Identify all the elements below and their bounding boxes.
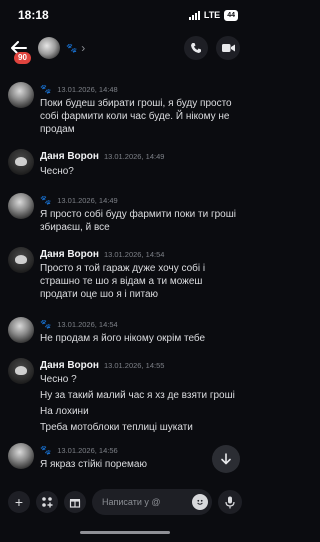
message-text: Просто я той гараж дуже хочу собі і стра… [40, 263, 206, 300]
message-input-placeholder[interactable]: Написати у @ [102, 497, 188, 507]
message-text: Я просто собі буду фармити поки ти гроші… [40, 209, 236, 233]
status-time: 18:18 [18, 8, 49, 22]
avatar[interactable] [8, 193, 34, 219]
chevron-right-icon[interactable]: › [81, 41, 85, 55]
microphone-icon[interactable] [218, 490, 242, 514]
grid-apps-icon[interactable] [36, 491, 58, 513]
status-bar: 18:18 LTE 44 [0, 0, 250, 30]
avatar[interactable] [8, 358, 34, 384]
avatar[interactable] [8, 443, 34, 469]
message-timestamp: 13.01.2026, 14:55 [103, 361, 165, 370]
message-input[interactable]: Написати у @ [92, 489, 212, 515]
avatar[interactable] [8, 317, 34, 343]
add-attachment-button[interactable]: + [8, 491, 30, 513]
phone-icon[interactable] [184, 36, 208, 60]
gift-icon[interactable] [64, 491, 86, 513]
message-text: Чесно ? [40, 374, 77, 385]
arrow-down-icon[interactable] [212, 445, 240, 473]
message-author[interactable]: 🐾 [40, 445, 52, 456]
message-timestamp: 13.01.2026, 14:56 [57, 446, 118, 455]
message-author[interactable]: Даня Ворон [40, 151, 99, 162]
chat-title[interactable]: 🐾 [66, 43, 77, 54]
avatar[interactable] [8, 82, 34, 108]
message-text: Чесно? [40, 166, 74, 177]
message-text: Я якраз стійкі поремаю [40, 459, 147, 470]
avatar[interactable] [8, 247, 34, 273]
message-author[interactable]: 🐾 [40, 84, 52, 95]
message-text: Треба мотоблоки теплиці шукати [40, 422, 193, 433]
message-timestamp: 13.01.2026, 14:54 [57, 320, 118, 329]
message-timestamp: 13.01.2026, 14:49 [103, 152, 165, 161]
message-timestamp: 13.01.2026, 14:54 [103, 250, 165, 259]
message-text: Поки будеш збирати гроші, я буду просто … [40, 98, 232, 135]
message-author[interactable]: 🐾 [40, 195, 52, 206]
status-indicators: LTE 44 [188, 9, 238, 21]
avatar[interactable] [38, 37, 60, 59]
message-timestamp: 13.01.2026, 14:49 [57, 196, 118, 205]
video-camera-icon[interactable] [216, 36, 240, 60]
home-indicator [80, 531, 170, 534]
message-author[interactable]: Даня Ворон [40, 360, 99, 371]
emoji-icon[interactable] [192, 494, 208, 510]
message-author[interactable]: Даня Ворон [40, 249, 99, 260]
message-text: Ну за такий малий час я хз де взяти грош… [40, 390, 235, 401]
chat-header: 90 🐾 › [0, 30, 250, 66]
battery-icon: 44 [224, 9, 238, 21]
message-composer: + Написати у @ [0, 482, 250, 522]
network-label: LTE [203, 10, 221, 20]
message-author[interactable]: 🐾 [40, 319, 52, 330]
message-text: На лохини [40, 406, 89, 417]
message-timestamp: 13.01.2026, 14:48 [57, 85, 118, 94]
message-text: Не продам я його нікому окрім тебе [40, 333, 206, 344]
avatar[interactable] [8, 149, 34, 175]
signal-icon [188, 10, 200, 20]
unread-badge: 90 [14, 52, 31, 64]
